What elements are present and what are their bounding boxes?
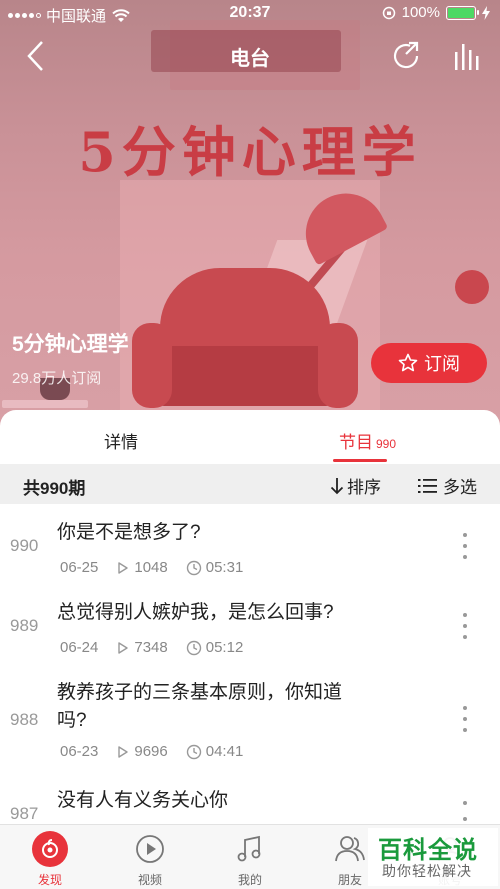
watermark: 百科全说 助你轻松解决 xyxy=(368,828,498,886)
subscribe-button[interactable]: 订阅 xyxy=(371,343,487,383)
share-icon xyxy=(393,41,419,69)
list-icon xyxy=(418,478,437,493)
clock-icon xyxy=(186,744,201,759)
charging-icon xyxy=(482,5,490,20)
tabbar-video-label: 视频 xyxy=(137,873,162,887)
episode-number: 989 xyxy=(10,616,39,635)
tabbar-discover-label: 发现 xyxy=(37,873,62,887)
share-button[interactable] xyxy=(390,40,422,72)
tab-programs-label: 节目 xyxy=(339,433,373,452)
tabbar-video[interactable]: 视频 xyxy=(120,831,180,888)
episode-total: 共990期 xyxy=(23,479,86,498)
sort-label: 排序 xyxy=(347,478,381,497)
content-sheet: 详情 节目990 共990期 排序 多选 990 你是不是想多了? 06-25 xyxy=(0,410,500,889)
episode-number: 987 xyxy=(10,804,39,823)
battery-percent: 100% xyxy=(401,4,440,21)
episode-row[interactable]: 987 没有人有义务关心你 xyxy=(0,784,500,824)
watermark-subtitle: 助你轻松解决 xyxy=(382,863,472,879)
more-options-button[interactable] xyxy=(458,801,472,821)
play-icon xyxy=(118,745,129,758)
episode-meta: 06-23 9696 04:41 xyxy=(60,743,243,760)
episode-title: 没有人有义务关心你 xyxy=(57,790,229,811)
episode-title: 教养孩子的三条基本原则，你知道吗? xyxy=(57,682,343,731)
episode-row[interactable]: 988 教养孩子的三条基本原则，你知道吗? 06-23 9696 04:41 xyxy=(0,676,500,776)
clock-icon xyxy=(186,640,201,655)
more-vertical-icon xyxy=(463,801,467,805)
program-name: 5分钟心理学 xyxy=(12,333,129,356)
episode-row[interactable]: 990 你是不是想多了? 06-25 1048 05:31 xyxy=(0,516,500,594)
subscriber-count: 29.8万人订阅 xyxy=(12,370,102,387)
tab-bar: 详情 节目 990 xyxy=(0,410,500,464)
tabbar-discover[interactable]: 发现 xyxy=(20,831,80,888)
star-icon xyxy=(398,353,418,372)
list-toolbar: 共990期 排序 多选 xyxy=(0,464,500,504)
episode-duration: 04:41 xyxy=(205,743,244,760)
episode-number: 988 xyxy=(10,710,39,729)
episode-meta: 06-24 7348 05:12 xyxy=(60,639,243,656)
episode-plays: 7348 xyxy=(134,639,168,656)
multi-select-button[interactable]: 多选 xyxy=(418,473,477,498)
multi-select-label: 多选 xyxy=(443,478,477,497)
friends-icon xyxy=(335,836,365,862)
play-icon xyxy=(118,561,129,574)
cover-lamp-base xyxy=(455,270,489,304)
battery-icon xyxy=(446,5,479,20)
episode-duration: 05:12 xyxy=(205,639,244,656)
more-vertical-icon xyxy=(463,613,467,617)
episode-meta: 06-25 1048 05:31 xyxy=(60,559,243,576)
tabbar-mine-label: 我的 xyxy=(237,873,262,887)
now-playing-button[interactable] xyxy=(452,40,484,72)
episode-title: 总觉得别人嫉妒我，是怎么回事? xyxy=(57,602,334,623)
subscribe-label: 订阅 xyxy=(424,354,460,374)
netease-music-icon xyxy=(32,831,68,867)
cover-title-art: 5分钟心理学 xyxy=(78,120,422,184)
episode-plays: 1048 xyxy=(134,559,168,576)
play-icon xyxy=(118,641,129,654)
equalizer-icon xyxy=(455,44,479,70)
cover-sofa-art xyxy=(132,268,358,418)
arrow-down-icon xyxy=(330,477,344,494)
music-note-icon xyxy=(237,835,261,862)
sort-button[interactable]: 排序 xyxy=(330,473,381,498)
episode-duration: 05:31 xyxy=(205,559,244,576)
episode-title: 你是不是想多了? xyxy=(57,522,201,543)
episode-number: 990 xyxy=(10,536,39,555)
tab-programs[interactable]: 节目 990 xyxy=(339,428,396,453)
orientation-lock-icon xyxy=(382,6,395,19)
page-title: 电台 xyxy=(230,48,270,70)
nav-bar: 电台 xyxy=(0,28,500,84)
cover-table-art xyxy=(2,400,88,408)
more-vertical-icon xyxy=(463,533,467,537)
tabbar-friends-label: 朋友 xyxy=(337,873,362,887)
video-play-icon xyxy=(136,835,164,863)
more-options-button[interactable] xyxy=(458,533,472,559)
watermark-title: 百科全说 xyxy=(378,837,478,864)
episode-date: 06-24 xyxy=(60,639,99,656)
active-tab-indicator xyxy=(333,459,387,462)
status-bar: 中国联通 20:37 100% xyxy=(0,0,500,28)
episode-date: 06-23 xyxy=(60,743,99,760)
episode-row[interactable]: 989 总觉得别人嫉妒我，是怎么回事? 06-24 7348 05:12 xyxy=(0,596,500,674)
more-options-button[interactable] xyxy=(458,706,472,732)
tabbar-mine[interactable]: 我的 xyxy=(220,831,280,888)
tab-programs-count: 990 xyxy=(376,437,397,451)
tab-details[interactable]: 详情 xyxy=(104,428,138,453)
episode-plays: 9696 xyxy=(134,743,168,760)
more-vertical-icon xyxy=(463,706,467,710)
episode-date: 06-25 xyxy=(60,559,99,576)
more-options-button[interactable] xyxy=(458,613,472,639)
clock-icon xyxy=(186,560,201,575)
